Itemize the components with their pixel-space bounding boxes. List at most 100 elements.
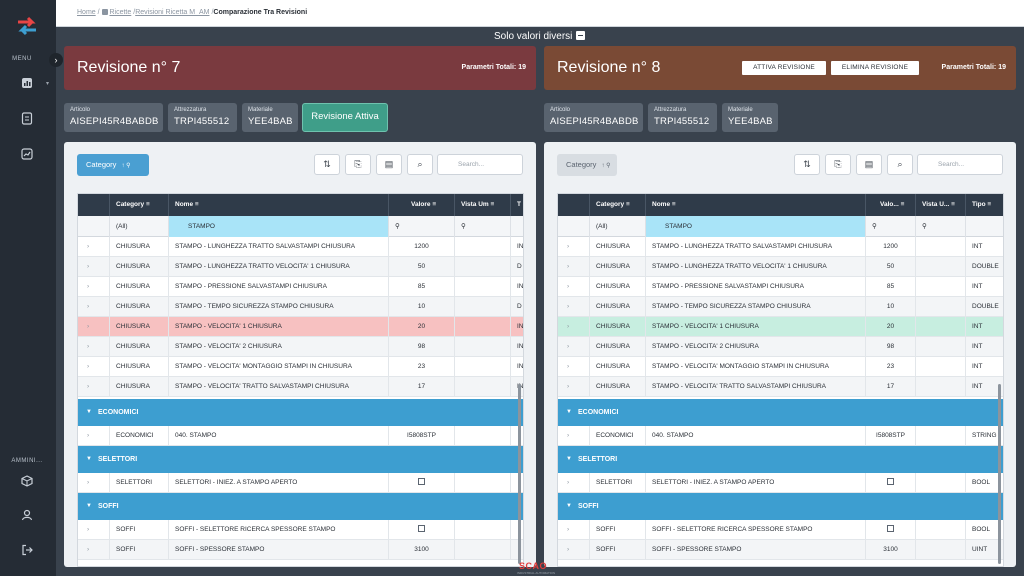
filter-valore-search-icon[interactable]: ⚲ <box>866 216 916 237</box>
breadcrumb-home[interactable]: Home <box>77 9 96 16</box>
expand-row-chevron-icon[interactable]: › <box>78 473 110 493</box>
cube-icon[interactable] <box>20 475 34 489</box>
export-icon[interactable]: ⎘ <box>345 154 371 175</box>
column-header-valore[interactable]: Valore ≡ <box>389 194 455 216</box>
table-row[interactable]: › CHIUSURA STAMPO - LUNGHEZZA TRATTO SAL… <box>558 237 1003 257</box>
expand-row-chevron-icon[interactable]: › <box>78 237 110 257</box>
attiva-revisione-button[interactable]: ATTIVA REVISIONE <box>742 61 826 75</box>
table-row[interactable]: › CHIUSURA STAMPO - VELOCITA' 2 CHIUSURA… <box>558 337 1003 357</box>
column-header-nome[interactable]: Nome ≡ <box>646 194 866 216</box>
table-row[interactable]: › SELETTORI SELETTORI - INIEZ. A STAMPO … <box>78 473 523 493</box>
table-row[interactable]: › CHIUSURA STAMPO - TEMPO SICUREZZA STAM… <box>78 297 523 317</box>
column-header-nome[interactable]: Nome ≡ <box>169 194 389 216</box>
group-chevron-down-icon[interactable]: ▼ <box>86 493 92 520</box>
group-row[interactable]: ▼ SOFFI <box>78 493 523 520</box>
checkbox[interactable] <box>418 478 425 485</box>
scrollbar[interactable] <box>518 384 521 564</box>
sidebar-toggle-chevron-right-icon[interactable]: › <box>49 53 63 67</box>
table-row[interactable]: › SOFFI SOFFI - SELETTORE RICERCA SPESSO… <box>558 520 1003 540</box>
column-header-category[interactable]: Category ≡ <box>590 194 646 216</box>
expand-row-chevron-icon[interactable]: › <box>558 377 590 397</box>
minus-toggle-icon[interactable] <box>576 31 586 40</box>
expand-row-chevron-icon[interactable]: › <box>78 297 110 317</box>
expand-row-chevron-icon[interactable]: › <box>558 237 590 257</box>
checkbox[interactable] <box>418 525 425 532</box>
expand-row-chevron-icon[interactable]: › <box>78 357 110 377</box>
group-row[interactable]: ▼ ECONOMICI <box>558 399 1003 426</box>
expand-row-chevron-icon[interactable]: › <box>558 520 590 540</box>
table-row[interactable]: › CHIUSURA STAMPO - VELOCITA' MONTAGGIO … <box>78 357 523 377</box>
trend-icon[interactable] <box>20 148 34 162</box>
sort-filter-icon[interactable]: ↑ ⚲ <box>601 155 610 177</box>
file-icon[interactable]: ▤ <box>856 154 882 175</box>
table-row[interactable]: › CHIUSURA STAMPO - LUNGHEZZA TRATTO VEL… <box>558 257 1003 277</box>
group-chevron-down-icon[interactable]: ▼ <box>86 446 92 473</box>
table-row[interactable]: › ECONOMICI 040. STAMPO I5808STP STRING <box>558 426 1003 446</box>
search-input[interactable]: Search... <box>917 154 1003 175</box>
filter-valore-search-icon[interactable]: ⚲ <box>389 216 455 237</box>
checkbox[interactable] <box>887 478 894 485</box>
column-chooser-icon[interactable]: ⌕ <box>887 154 913 175</box>
table-row[interactable]: › CHIUSURA STAMPO - VELOCITA' 2 CHIUSURA… <box>78 337 523 357</box>
column-header-vista-um[interactable]: Vista U... ≡ <box>916 194 966 216</box>
scrollbar[interactable] <box>998 384 1001 564</box>
group-row[interactable]: ▼ SELETTORI <box>78 446 523 473</box>
group-chevron-down-icon[interactable]: ▼ <box>566 446 572 473</box>
group-row[interactable]: ▼ ECONOMICI <box>78 399 523 426</box>
column-header-tipo[interactable]: T <box>511 194 523 216</box>
expand-row-chevron-icon[interactable]: › <box>558 540 590 560</box>
app-logo[interactable] <box>16 16 38 36</box>
column-header-valore[interactable]: Valo... ≡ <box>866 194 916 216</box>
table-row[interactable]: › CHIUSURA STAMPO - LUNGHEZZA TRATTO VEL… <box>78 257 523 277</box>
filter-vistaum-search-icon[interactable]: ⚲ <box>455 216 511 237</box>
table-row[interactable]: › CHIUSURA STAMPO - TEMPO SICUREZZA STAM… <box>558 297 1003 317</box>
sort-filter-icon[interactable]: ↑ ⚲ <box>121 155 130 177</box>
file-icon[interactable]: ▤ <box>376 154 402 175</box>
filter-nome-input[interactable]: STAMPO <box>646 216 866 237</box>
table-row[interactable]: › CHIUSURA STAMPO - PRESSIONE SALVASTAMP… <box>78 277 523 297</box>
expand-row-chevron-icon[interactable]: › <box>558 473 590 493</box>
table-row[interactable]: › CHIUSURA STAMPO - VELOCITA' 1 CHIUSURA… <box>78 317 523 337</box>
expand-row-chevron-icon[interactable]: › <box>78 317 110 337</box>
expand-row-chevron-icon[interactable]: › <box>558 337 590 357</box>
group-chevron-down-icon[interactable]: ▼ <box>86 399 92 426</box>
category-group-button[interactable]: Category ↑ ⚲ <box>557 154 617 176</box>
user-icon[interactable] <box>20 509 34 523</box>
table-row[interactable]: › CHIUSURA STAMPO - VELOCITA' TRATTO SAL… <box>78 377 523 397</box>
breadcrumb-ricette[interactable]: Ricette <box>109 9 131 16</box>
elimina-revisione-button[interactable]: ELIMINA REVISIONE <box>831 61 919 75</box>
column-header-vista-um[interactable]: Vista Um ≡ <box>455 194 511 216</box>
table-row[interactable]: › CHIUSURA STAMPO - VELOCITA' MONTAGGIO … <box>558 357 1003 377</box>
table-row[interactable]: › SOFFI SOFFI - SPESSORE STAMPO 3100 <box>78 540 523 560</box>
expand-row-chevron-icon[interactable]: › <box>78 277 110 297</box>
chevron-down-icon[interactable]: ▾ <box>46 80 49 87</box>
expand-row-chevron-icon[interactable]: › <box>78 257 110 277</box>
table-row[interactable]: › CHIUSURA STAMPO - VELOCITA' 1 CHIUSURA… <box>558 317 1003 337</box>
expand-row-chevron-icon[interactable]: › <box>558 317 590 337</box>
filter-vistaum-search-icon[interactable]: ⚲ <box>916 216 966 237</box>
filter-category-select[interactable]: (All) <box>110 216 169 237</box>
column-header-category[interactable]: Category ≡ <box>110 194 169 216</box>
search-input[interactable]: Search... <box>437 154 523 175</box>
expand-row-chevron-icon[interactable]: › <box>558 297 590 317</box>
expand-row-chevron-icon[interactable]: › <box>78 540 110 560</box>
table-row[interactable]: › CHIUSURA STAMPO - LUNGHEZZA TRATTO SAL… <box>78 237 523 257</box>
table-row[interactable]: › ECONOMICI 040. STAMPO I5808STP <box>78 426 523 446</box>
column-header-tipo[interactable]: Tipo ≡ <box>966 194 1003 216</box>
expand-row-chevron-icon[interactable]: › <box>78 426 110 446</box>
document-icon[interactable] <box>20 112 34 126</box>
column-chooser-icon[interactable]: ⌕ <box>407 154 433 175</box>
expand-row-chevron-icon[interactable]: › <box>78 377 110 397</box>
breadcrumb-revisioni[interactable]: Revisioni Ricetta M_AM <box>135 9 209 16</box>
table-row[interactable]: › SOFFI SOFFI - SELETTORE RICERCA SPESSO… <box>78 520 523 540</box>
collapse-icon[interactable]: ⇅ <box>314 154 340 175</box>
expand-row-chevron-icon[interactable]: › <box>558 277 590 297</box>
table-row[interactable]: › CHIUSURA STAMPO - VELOCITA' TRATTO SAL… <box>558 377 1003 397</box>
group-chevron-down-icon[interactable]: ▼ <box>566 399 572 426</box>
chart-icon[interactable] <box>20 77 34 91</box>
logout-icon[interactable] <box>20 544 34 558</box>
expand-row-chevron-icon[interactable]: › <box>558 257 590 277</box>
category-group-button[interactable]: Category ↑ ⚲ <box>77 154 149 176</box>
group-chevron-down-icon[interactable]: ▼ <box>566 493 572 520</box>
expand-row-chevron-icon[interactable]: › <box>78 520 110 540</box>
